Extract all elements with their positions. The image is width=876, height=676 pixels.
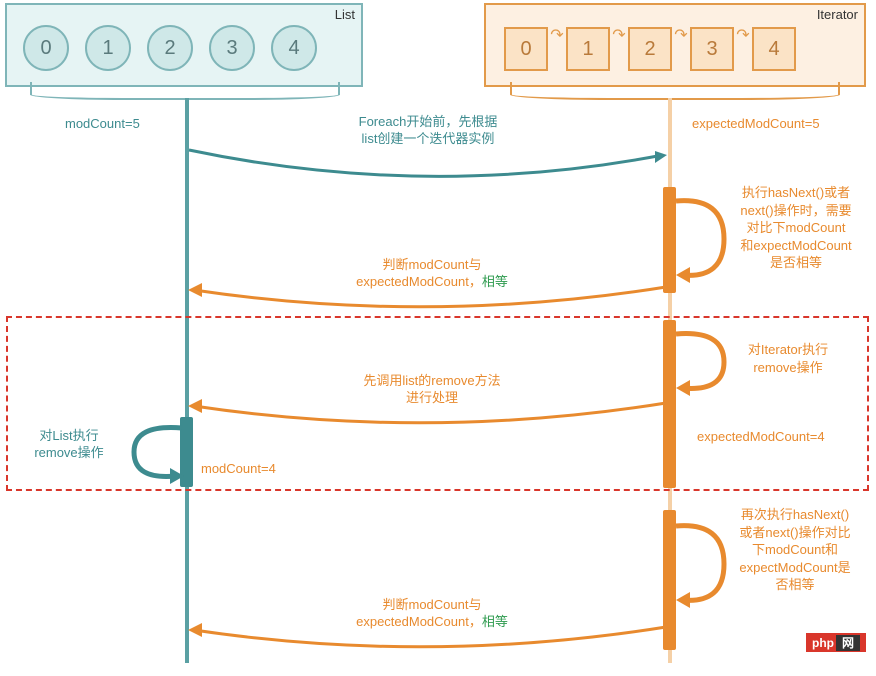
iter-item: 1 [566,27,610,71]
list-item: 0 [23,25,69,71]
modcount-4-label: modCount=4 [201,460,276,478]
selfloop-list-remove [130,422,184,489]
arrow-call-remove [188,403,668,436]
selfloop-iter-remove [676,328,726,401]
note-hasnext-1: 执行hasNext()或者 next()操作时，需要 对比下modCount 和… [726,184,866,272]
judge-2-line1: 判断modCount与 [383,597,482,612]
activation-iter-1 [663,187,676,293]
selfloop-hasnext-2 [676,520,726,613]
iterator-title: Iterator [817,7,858,22]
note-hasnext-2: 再次执行hasNext() 或者next()操作对比 下modCount和 ex… [724,506,866,594]
call-list-remove: 先调用list的remove方法 进行处理 [322,373,542,407]
expectedmodcount-5-label: expectedModCount=5 [692,116,820,133]
list-item: 2 [147,25,193,71]
php-text: php [812,636,834,650]
judge-2: 判断modCount与 expectedModCount，相等 [322,597,542,631]
iterator-numbers: 0 ↷ 1 ↷ 2 ↷ 3 ↷ 4 [486,5,864,93]
arrow-icon: ↷ [548,25,566,45]
list-title: List [335,7,355,22]
iter-item: 0 [504,27,548,71]
selfloop-hasnext-1 [676,195,726,288]
iterator-brace [510,82,840,100]
list-item: 3 [209,25,255,71]
note-iter-remove: 对Iterator执行 remove操作 [728,341,848,376]
arrow-judge-2 [188,627,668,660]
php-suffix: 网 [836,635,860,651]
iter-item: 4 [752,27,796,71]
php-badge: php网 [806,633,866,652]
iter-item: 3 [690,27,734,71]
iter-item: 2 [628,27,672,71]
call-remove-line1: 先调用list的remove方法 [363,373,500,388]
list-item: 1 [85,25,131,71]
list-numbers: 0 1 2 3 4 [7,5,361,91]
foreach-msg: Foreach开始前，先根据 list创建一个迭代器实例 [303,114,553,148]
arrow-icon: ↷ [734,25,752,45]
expectedmodcount-4-label: expectedModCount=4 [697,428,825,446]
arrow-foreach [187,150,667,193]
judge-1: 判断modCount与 expectedModCount，相等 [322,257,542,291]
iterator-box: Iterator 0 ↷ 1 ↷ 2 ↷ 3 ↷ 4 [484,3,866,87]
judge-1-line1: 判断modCount与 [383,257,482,272]
note-list-remove: 对List执行 remove操作 [14,428,124,462]
arrow-icon: ↷ [672,25,690,45]
modcount-5-label: modCount=5 [65,116,140,133]
list-item: 4 [271,25,317,71]
arrow-icon: ↷ [610,25,628,45]
list-box: List 0 1 2 3 4 [5,3,363,87]
